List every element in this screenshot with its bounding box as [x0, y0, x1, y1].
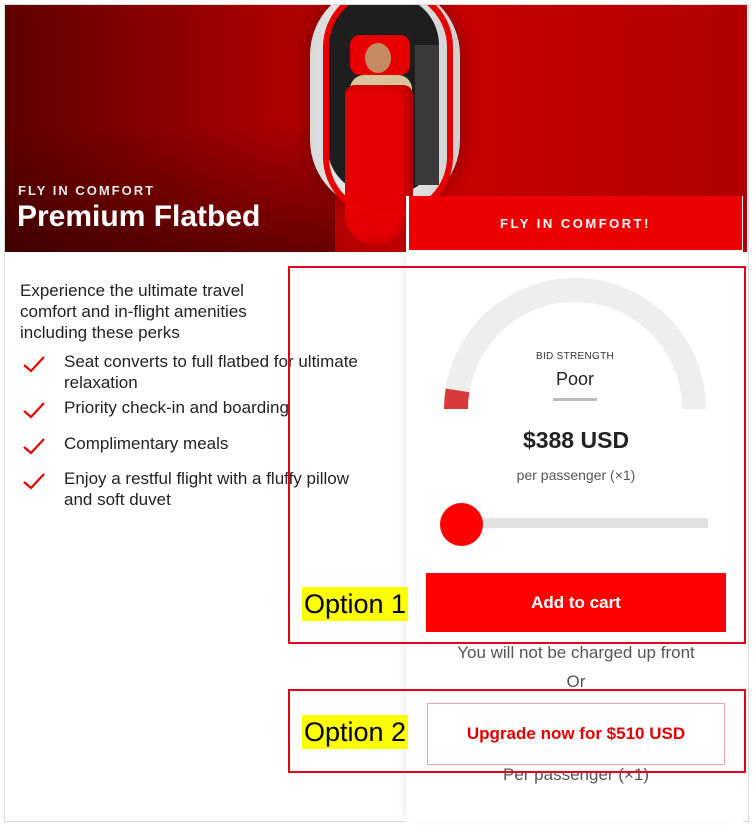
option-1-label: Option 1 [302, 587, 409, 621]
perk-text: Complimentary meals [64, 434, 229, 453]
product-description: Experience the ultimate travel comfort a… [20, 281, 247, 342]
check-icon [23, 356, 45, 373]
hero-kicker: FLY IN COMFORT [18, 183, 156, 198]
check-icon [23, 473, 45, 490]
perk-text: Priority check-in and boarding [64, 398, 289, 417]
no-charge-note: You will not be charged up front [457, 643, 695, 662]
check-icon [23, 438, 45, 455]
option-2-label: Option 2 [302, 715, 409, 749]
hero-title: Premium Flatbed [17, 200, 261, 233]
check-icon [23, 402, 45, 419]
seat-pod-frame [323, 5, 453, 217]
fly-in-comfort-button[interactable]: FLY IN COMFORT! [409, 196, 742, 250]
